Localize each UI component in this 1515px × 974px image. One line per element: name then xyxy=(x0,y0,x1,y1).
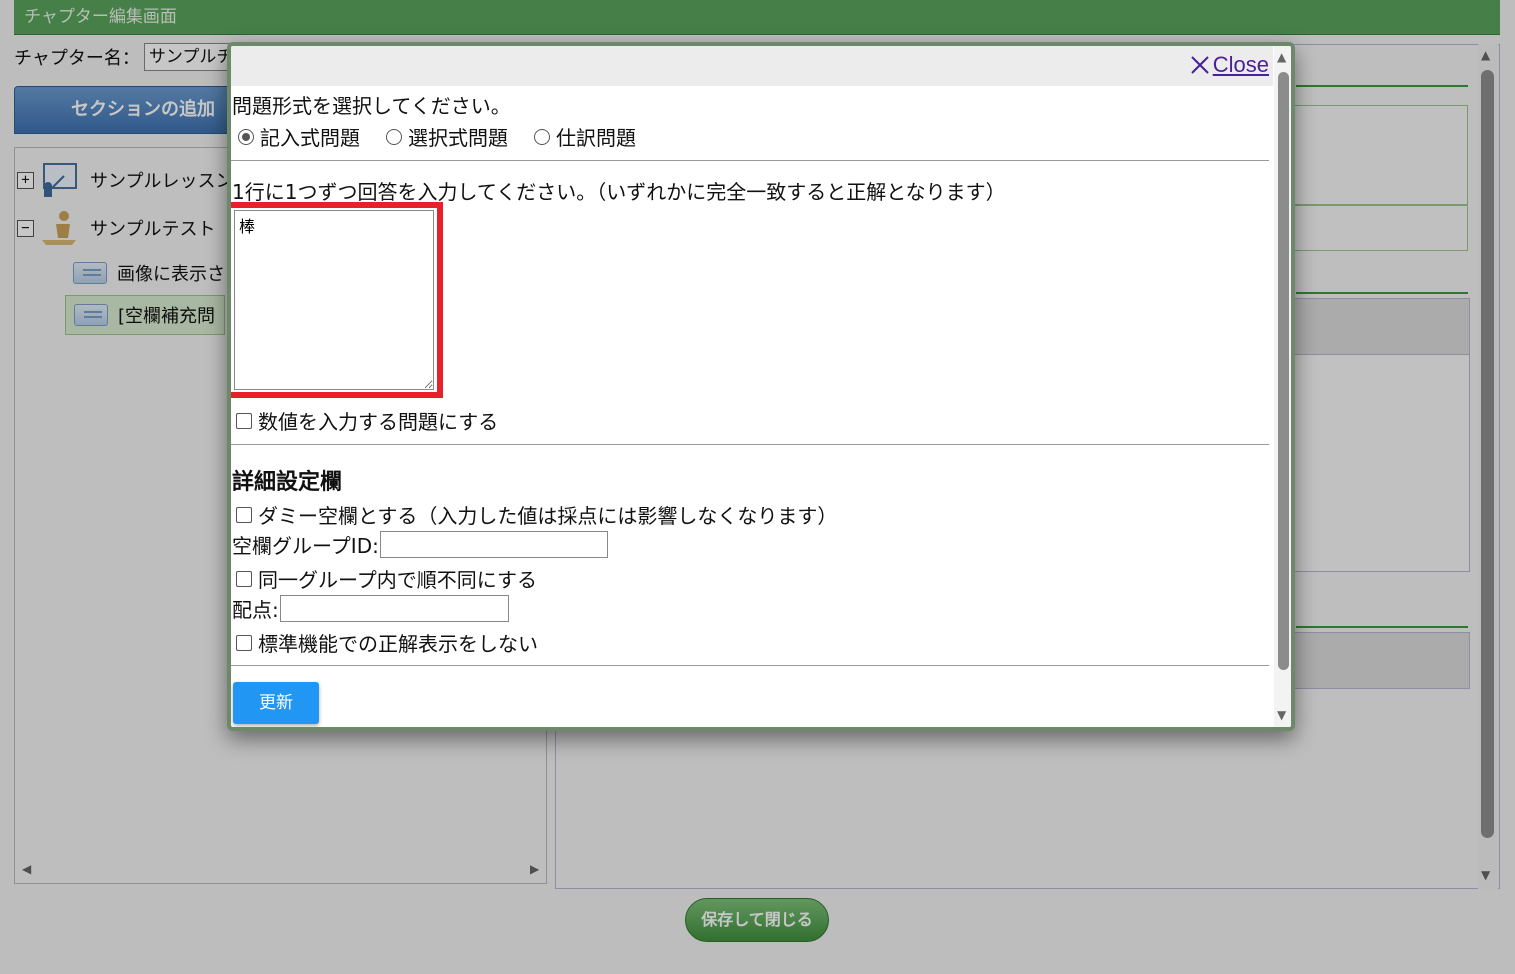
close-icon xyxy=(1191,56,1209,74)
update-button[interactable]: 更新 xyxy=(233,682,319,724)
scrollbar-thumb[interactable] xyxy=(1278,72,1289,670)
question-type-journal[interactable]: 仕訳問題 xyxy=(534,122,636,151)
question-type-fill-in[interactable]: 記入式問題 xyxy=(238,122,360,151)
question-type-choice[interactable]: 選択式問題 xyxy=(386,122,508,151)
checkbox-label: 標準機能での正解表示をしない xyxy=(258,632,538,656)
divider xyxy=(231,160,1269,161)
checkbox-label: ダミー空欄とする（入力した値は採点には影響しなくなります） xyxy=(258,504,838,528)
checkbox[interactable] xyxy=(236,634,252,651)
radio-label: 仕訳問題 xyxy=(556,126,636,150)
answer-prompt: 1行に1つずつ回答を入力してください。（いずれかに完全一致すると正解となります） xyxy=(232,180,1006,204)
divider xyxy=(231,444,1269,445)
details-heading: 詳細設定欄 xyxy=(232,470,343,495)
radio-button[interactable] xyxy=(238,128,254,145)
checkbox[interactable] xyxy=(236,506,252,523)
dialog-scrollbar[interactable]: ▲ ▼ xyxy=(1274,46,1291,727)
score-row: 配点: xyxy=(232,594,509,623)
radio-label: 選択式問題 xyxy=(408,126,508,150)
unordered-option[interactable]: 同一グループ内で順不同にする xyxy=(236,564,537,593)
radio-button[interactable] xyxy=(534,128,550,145)
score-label: 配点: xyxy=(232,598,279,622)
scroll-down-arrow-icon[interactable]: ▼ xyxy=(1277,708,1286,722)
score-input[interactable] xyxy=(279,595,509,622)
checkbox[interactable] xyxy=(236,570,252,587)
close-link[interactable]: Close xyxy=(1189,52,1269,78)
question-type-prompt: 問題形式を選択してください。 xyxy=(232,94,511,118)
divider xyxy=(231,665,1269,666)
answer-textarea[interactable]: 棒 xyxy=(234,210,434,390)
checkbox[interactable] xyxy=(236,412,252,429)
checkbox-label: 数値を入力する問題にする xyxy=(258,410,499,434)
radio-button[interactable] xyxy=(386,128,402,145)
hide-answer-option[interactable]: 標準機能での正解表示をしない xyxy=(236,628,538,657)
group-id-input[interactable] xyxy=(379,531,608,558)
close-label: Close xyxy=(1212,52,1269,77)
radio-label: 記入式問題 xyxy=(260,126,360,150)
question-type-group: 記入式問題 選択式問題 仕訳問題 xyxy=(238,122,662,151)
numeric-question-option[interactable]: 数値を入力する問題にする xyxy=(236,406,498,435)
dummy-blank-option[interactable]: ダミー空欄とする（入力した値は採点には影響しなくなります） xyxy=(236,500,837,529)
scroll-up-arrow-icon[interactable]: ▲ xyxy=(1277,50,1286,64)
checkbox-label: 同一グループ内で順不同にする xyxy=(258,568,537,592)
group-id-row: 空欄グループID: xyxy=(232,530,608,559)
blank-edit-dialog: Close 問題形式を選択してください。 記入式問題 選択式問題 仕訳問題 1行… xyxy=(227,42,1295,731)
dialog-header: Close xyxy=(231,46,1273,86)
group-id-label: 空欄グループID: xyxy=(232,534,379,558)
